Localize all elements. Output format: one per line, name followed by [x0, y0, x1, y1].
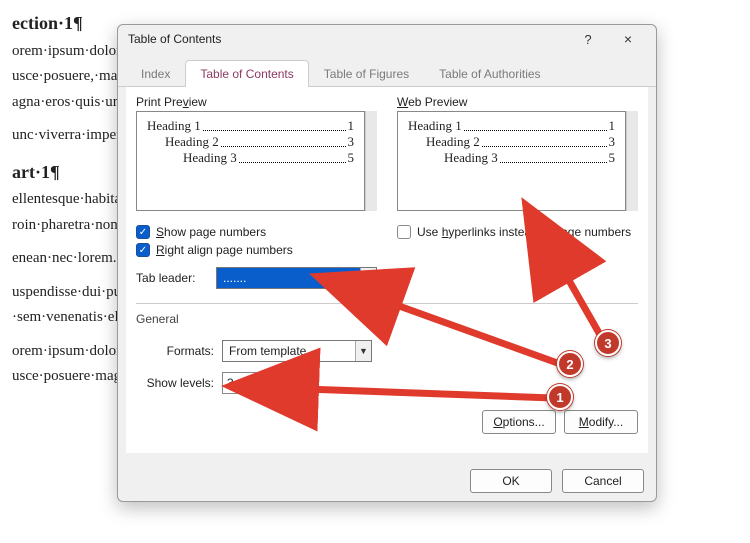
preview-row: Heading 2 3 [147, 134, 354, 150]
formats-select[interactable]: From template ▼ [222, 340, 372, 362]
web-preview-label: Web Preview [397, 95, 638, 109]
spin-down-icon: ▼ [268, 384, 281, 394]
preview-row: Heading 3 5 [147, 150, 354, 166]
select-value: ....... [217, 271, 360, 285]
preview-scrollbar[interactable] [365, 111, 377, 211]
close-icon: × [624, 31, 632, 47]
preview-scrollbar[interactable] [626, 111, 638, 211]
chevron-down-icon: ▼ [360, 268, 376, 288]
spinner-buttons[interactable]: ▲▼ [267, 373, 281, 393]
tab-label: Index [141, 67, 170, 81]
button-label: Options... [493, 415, 544, 429]
help-icon: ? [584, 32, 591, 47]
tab-label: Table of Figures [324, 67, 409, 81]
checkbox-icon: ✓ [136, 225, 150, 239]
preview-row-label: Heading 2 [165, 134, 219, 150]
preview-row-page: 1 [348, 118, 355, 134]
preview-row: Heading 2 3 [408, 134, 615, 150]
num-value: 3 [223, 373, 267, 393]
select-value: From template [223, 344, 355, 358]
tab-leader-label: Tab leader: [136, 271, 208, 285]
preview-row: Heading 3 5 [408, 150, 615, 166]
spin-up-icon: ▲ [268, 373, 281, 384]
checkbox-label: Show page numbers [156, 225, 266, 239]
preview-row-label: Heading 1 [147, 118, 201, 134]
dialog-body: Print Preview Heading 1 1 Heading 2 3 Head… [126, 87, 648, 453]
preview-row-page: 5 [348, 150, 355, 166]
checkbox-label: Right align page numbers [156, 243, 293, 257]
preview-row-page: 1 [609, 118, 616, 134]
chevron-down-icon: ▼ [355, 341, 371, 361]
show-levels-label: Show levels: [136, 376, 214, 390]
right-align-checkbox[interactable]: ✓ Right align page numbers [136, 243, 377, 257]
preview-row-page: 5 [609, 150, 616, 166]
close-button[interactable]: × [608, 28, 648, 50]
tab-index[interactable]: Index [126, 60, 185, 87]
checkbox-label: Use hyperlinks instead of page numbers [417, 225, 631, 239]
print-preview-label: Print Preview [136, 95, 377, 109]
print-preview-box: Heading 1 1 Heading 2 3 Heading 3 5 [136, 111, 365, 211]
tab-leader-select[interactable]: ....... ▼ [216, 267, 377, 289]
preview-row-page: 3 [348, 134, 355, 150]
tab-strip: Index Table of Contents Table of Figures… [118, 59, 656, 87]
show-levels-input[interactable]: 3 ▲▼ [222, 372, 282, 394]
divider [136, 303, 638, 304]
tab-toc[interactable]: Table of Contents [185, 60, 308, 87]
preview-row-label: Heading 2 [426, 134, 480, 150]
preview-row-page: 3 [609, 134, 616, 150]
preview-row: Heading 1 1 [147, 118, 354, 134]
button-label: Cancel [584, 474, 621, 488]
cancel-button[interactable]: Cancel [562, 469, 644, 493]
checkbox-icon: ✓ [136, 243, 150, 257]
toc-dialog: Table of Contents ? × Index Table of Con… [117, 24, 657, 502]
dialog-title: Table of Contents [128, 32, 568, 46]
checkbox-icon [397, 225, 411, 239]
use-hyperlinks-checkbox[interactable]: Use hyperlinks instead of page numbers [397, 225, 638, 239]
web-preview-box: Heading 1 1 Heading 2 3 Heading 3 5 [397, 111, 626, 211]
general-label: General [136, 312, 638, 326]
preview-row-label: Heading 1 [408, 118, 462, 134]
formats-label: Formats: [136, 344, 214, 358]
ok-button[interactable]: OK [470, 469, 552, 493]
preview-row-label: Heading 3 [183, 150, 237, 166]
options-button[interactable]: Options... [482, 410, 556, 434]
preview-row: Heading 1 1 [408, 118, 615, 134]
tab-authorities[interactable]: Table of Authorities [424, 60, 555, 87]
button-label: Modify... [579, 415, 623, 429]
tab-figures[interactable]: Table of Figures [309, 60, 424, 87]
titlebar: Table of Contents ? × [118, 25, 656, 53]
modify-button[interactable]: Modify... [564, 410, 638, 434]
show-page-numbers-checkbox[interactable]: ✓ Show page numbers [136, 225, 377, 239]
tab-label: Table of Contents [200, 67, 293, 81]
tab-label: Table of Authorities [439, 67, 540, 81]
help-button[interactable]: ? [568, 28, 608, 50]
dialog-footer: OK Cancel [118, 461, 656, 501]
preview-row-label: Heading 3 [444, 150, 498, 166]
button-label: OK [502, 474, 519, 488]
